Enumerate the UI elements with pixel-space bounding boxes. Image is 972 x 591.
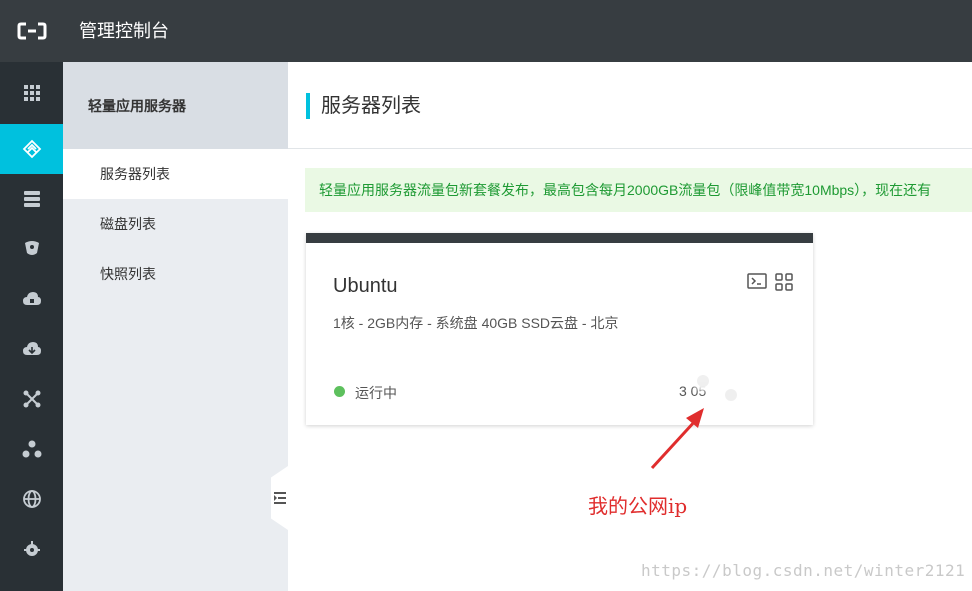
sub-nav-item-disk-list[interactable]: 磁盘列表 [63,199,288,249]
sub-nav-item-snapshot-list[interactable]: 快照列表 [63,249,288,299]
annotation-label: 我的公网ip [588,494,688,518]
card-header-bar [306,233,813,243]
left-icon-nav [0,62,63,591]
sub-nav: 轻量应用服务器 服务器列表 磁盘列表 快照列表 [63,62,288,591]
network-cross-icon[interactable] [0,374,63,424]
light-server-icon[interactable] [0,124,63,174]
cluster-nodes-icon[interactable] [0,424,63,474]
terminal-icon[interactable] [747,273,767,291]
app-title[interactable]: 管理控制台 [79,19,169,43]
sub-nav-title: 轻量应用服务器 [88,98,186,114]
page-title: 服务器列表 [321,95,421,117]
server-spec: 1核 - 2GB内存 - 系统盘 40GB SSD云盘 - 北京 [333,315,619,331]
app-grid-icon[interactable] [775,273,793,291]
cloud-sync-icon[interactable] [0,324,63,374]
sub-nav-item-server-list[interactable]: 服务器列表 [63,149,288,199]
ip-redaction-blur [694,373,807,404]
apps-grid-icon[interactable] [0,68,63,118]
announcement-banner[interactable]: 轻量应用服务器流量包新套餐发布，最高包含每月2000GB流量包（限峰值带宽10M… [305,168,972,212]
sub-nav-header: 轻量应用服务器 [63,62,288,149]
top-bar: 管理控制台 [0,0,972,62]
globe-icon[interactable] [0,474,63,524]
database-icon[interactable] [0,224,63,274]
server-status: 运行中 [355,385,397,401]
gear-cloud-icon[interactable] [0,524,63,574]
aliyun-logo-icon[interactable] [0,0,63,62]
collapse-icon [273,492,286,504]
status-dot [334,386,345,397]
title-accent-bar [306,93,310,119]
server-stack-icon[interactable] [0,174,63,224]
cloud-storage-icon[interactable] [0,274,63,324]
main-header: 服务器列表 [288,62,972,149]
watermark: https://blog.csdn.net/winter2121 [641,561,966,580]
server-card[interactable]: Ubuntu 1核 - 2GB内存 - 系统盘 40GB SSD云盘 - 北京 … [306,233,813,425]
server-os-name[interactable]: Ubuntu [333,275,398,298]
card-actions [747,273,793,291]
